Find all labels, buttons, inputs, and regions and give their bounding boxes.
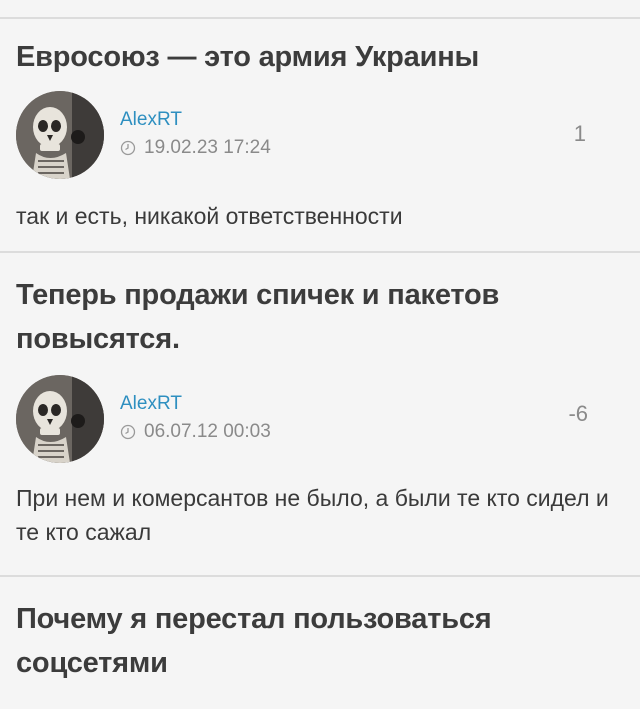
comment-text: так и есть, никакой ответственности (16, 203, 403, 229)
post-title-link[interactable]: Почему я перестал пользоваться соцсетями (16, 597, 624, 685)
clock-icon (120, 140, 136, 156)
comment-date: 06.07.12 00:03 (120, 421, 271, 443)
comment-card: Евросоюз — это армия Украины AlexRT 19.0… (0, 19, 640, 233)
comment-card: Почему я перестал пользоваться соцсетями (0, 577, 640, 685)
author-link[interactable]: AlexRT (120, 393, 182, 415)
author-link[interactable]: AlexRT (120, 109, 182, 131)
comment-date: 19.02.23 17:24 (120, 137, 271, 159)
comment-rating: 1 (573, 121, 586, 146)
comment-meta: AlexRT 06.07.12 00:03 -6 (16, 375, 624, 465)
user-avatar[interactable] (16, 375, 104, 463)
date-text: 19.02.23 17:24 (144, 137, 271, 158)
comment-text: При нем и комерсантов не было, а были те… (16, 485, 609, 545)
skull-avatar-icon (16, 91, 104, 179)
post-title-link[interactable]: Теперь продажи спичек и пакетов повысятс… (16, 273, 624, 361)
skull-avatar-icon (16, 375, 104, 463)
post-title-link[interactable]: Евросоюз — это армия Украины (16, 35, 624, 79)
comment-card: Теперь продажи спичек и пакетов повысятс… (0, 253, 640, 549)
user-avatar[interactable] (16, 91, 104, 179)
date-text: 06.07.12 00:03 (144, 421, 271, 442)
comments-feed: Евросоюз — это армия Украины AlexRT 19.0… (0, 0, 640, 709)
comment-rating: -6 (568, 401, 588, 426)
comment-meta: AlexRT 19.02.23 17:24 1 (16, 91, 624, 181)
clock-icon (120, 424, 136, 440)
